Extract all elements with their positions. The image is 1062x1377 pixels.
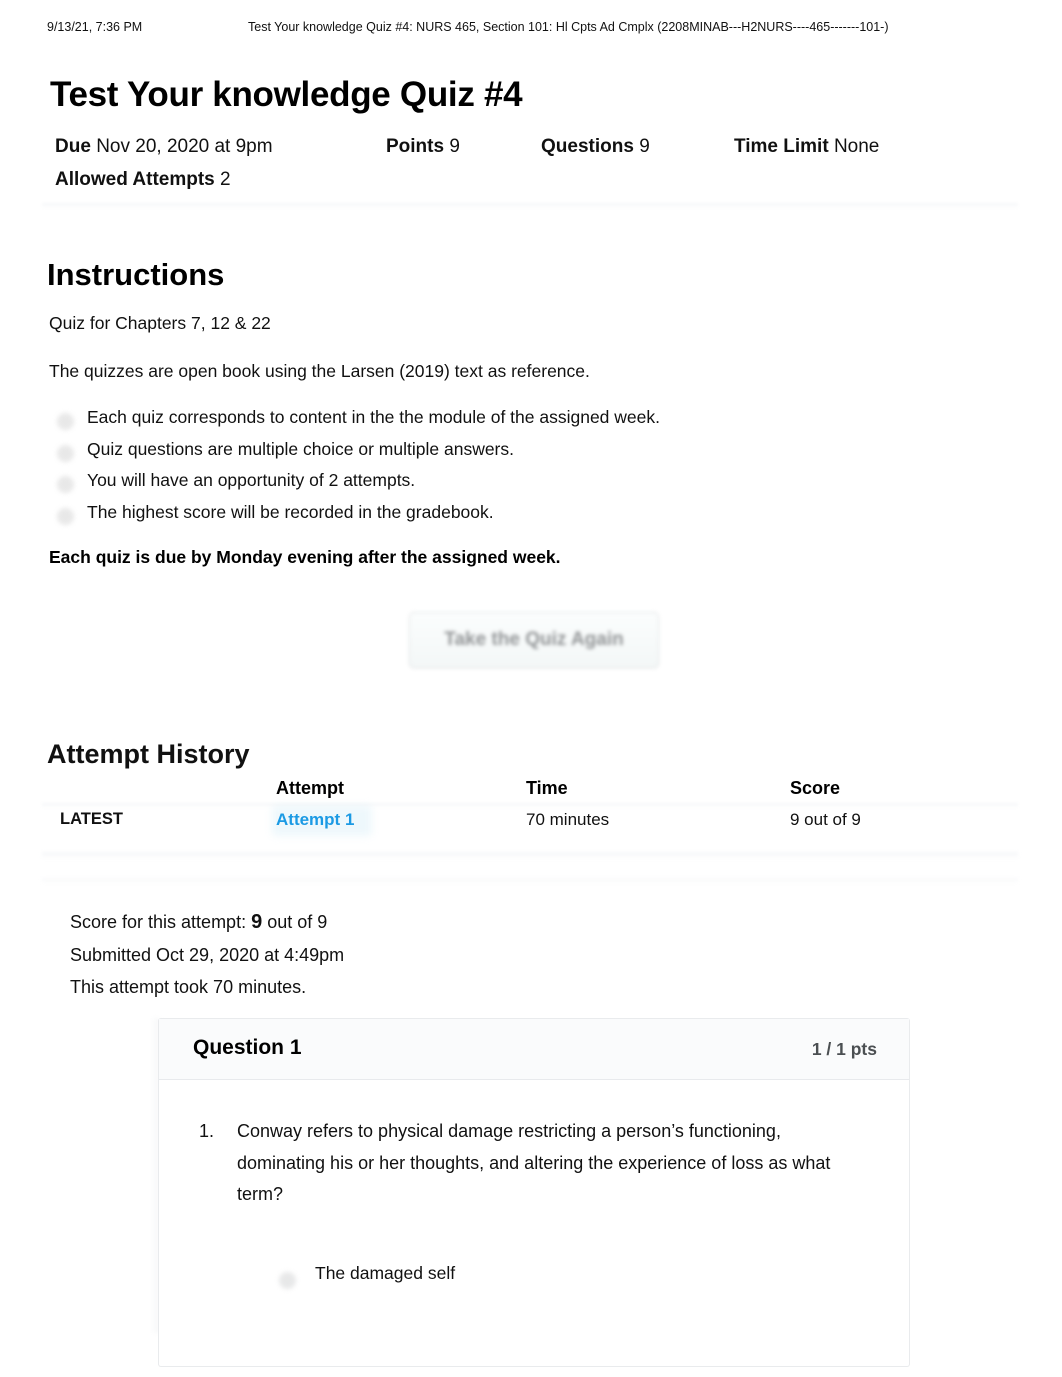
meta-allowed-attempts-label: Allowed Attempts: [55, 169, 215, 190]
bullet-icon: [57, 476, 74, 493]
instructions-heading: Instructions: [47, 256, 225, 292]
question-text: Conway refers to physical damage restric…: [237, 1121, 831, 1204]
meta-due-value: Nov 20, 2020 at 9pm: [96, 136, 273, 157]
instructions-paragraph-1: Quiz for Chapters 7, 12 & 22: [49, 313, 271, 333]
print-header: 9/13/21, 7:36 PM Test Your knowledge Qui…: [0, 20, 1062, 38]
attempt-history-row-divider: [42, 852, 1018, 859]
instructions-list: Each quiz corresponds to content in the …: [49, 407, 949, 533]
meta-questions-label: Questions: [541, 136, 634, 157]
question-points: 1 / 1 pts: [811, 1039, 877, 1059]
meta-allowed-attempts: Allowed Attempts 2: [55, 163, 1015, 196]
meta-due: Due Nov 20, 2020 at 9pm: [55, 130, 386, 163]
print-document-title: Test Your knowledge Quiz #4: NURS 465, S…: [248, 20, 889, 34]
question-card-body: 1. Conway refers to physical damage rest…: [159, 1080, 909, 1366]
attempt-1-link[interactable]: Attempt 1: [276, 810, 354, 830]
answer-list: The damaged self: [199, 1263, 869, 1303]
meta-time-limit: Time Limit None: [734, 130, 879, 163]
score-suffix: out of 9: [267, 912, 328, 932]
meta-questions-value: 9: [639, 136, 650, 157]
bullet-icon: [57, 444, 74, 462]
table-header-row: Attempt Time Score: [42, 775, 1018, 804]
quiz-meta: Due Nov 20, 2020 at 9pm Points 9 Questio…: [55, 130, 1015, 196]
submitted-line: Submitted Oct 29, 2020 at 4:49pm: [70, 944, 345, 965]
column-header-score: Score: [790, 778, 841, 798]
bullet-icon: [57, 413, 74, 430]
page-title: Test Your knowledge Quiz #4: [50, 75, 523, 115]
meta-allowed-attempts-value: 2: [220, 169, 231, 190]
row-latest-badge: LATEST: [60, 810, 123, 828]
radio-button-icon[interactable]: [279, 1271, 296, 1289]
list-item: You will have an opportunity of 2 attemp…: [49, 470, 949, 502]
meta-points: Points 9: [386, 130, 541, 163]
question-label: Question 1: [193, 1036, 302, 1059]
list-item-label: Quiz questions are multiple choice or mu…: [87, 438, 514, 459]
bullet-icon: [57, 507, 74, 525]
retake-quiz-button-wrapper[interactable]: Take the Quiz Again: [409, 612, 659, 668]
score-prefix: Score for this attempt:: [70, 912, 247, 932]
score-value: 9: [251, 911, 263, 933]
question-card-header: Question 1 1 / 1 pts: [159, 1019, 909, 1080]
question-card: Question 1 1 / 1 pts 1. Conway refers to…: [158, 1018, 910, 1367]
list-item-label: You will have an opportunity of 2 attemp…: [87, 470, 416, 490]
answer-option[interactable]: The damaged self: [241, 1263, 869, 1303]
quiz-results-page: 9/13/21, 7:36 PM Test Your knowledge Qui…: [0, 0, 1062, 1377]
row-time-value: 70 minutes: [526, 810, 610, 829]
list-item: Each quiz corresponds to content in the …: [49, 407, 949, 439]
list-item: Quiz questions are multiple choice or mu…: [49, 439, 949, 471]
column-header-attempt: Attempt: [276, 778, 344, 798]
meta-time-limit-value: None: [833, 136, 880, 157]
score-for-attempt-line: Score for this attempt: 9 out of 9: [70, 906, 344, 939]
meta-due-label: Due: [55, 136, 91, 157]
duration-line: This attempt took 70 minutes.: [70, 977, 307, 997]
meta-questions: Questions 9: [541, 130, 734, 163]
row-score-value: 9 out of 9: [790, 810, 861, 829]
print-timestamp: 9/13/21, 7:36 PM: [47, 20, 143, 34]
meta-points-label: Points: [386, 136, 445, 157]
question-number: 1.: [199, 1121, 215, 1141]
meta-divider: [42, 203, 1018, 209]
table-row: LATEST Attempt 1 70 minutes 9 out of 9: [42, 804, 1018, 852]
list-item: The highest score will be recorded in th…: [49, 502, 949, 534]
question-text-wrapper: 1. Conway refers to physical damage rest…: [199, 1116, 869, 1211]
instructions-paragraph-2: The quizzes are open book using the Lars…: [49, 361, 590, 381]
instructions-closing-note: Each quiz is due by Monday evening after…: [49, 547, 561, 567]
attempt-history-bottom-divider: [42, 878, 1018, 884]
attempt-history-heading: Attempt History: [47, 739, 250, 770]
take-quiz-again-button[interactable]: Take the Quiz Again: [409, 612, 659, 668]
meta-points-value: 9: [449, 136, 460, 157]
score-summary: Score for this attempt: 9 out of 9 Submi…: [70, 906, 344, 1004]
list-item-label: The highest score will be recorded in th…: [87, 501, 494, 522]
attempt-history-table: Attempt Time Score LATEST Attempt 1 70 m…: [42, 775, 1018, 852]
column-header-time: Time: [526, 778, 568, 798]
meta-time-limit-label: Time Limit: [734, 136, 829, 157]
list-item-label: Each quiz corresponds to content in the …: [87, 407, 660, 427]
answer-option-label: The damaged self: [315, 1262, 456, 1283]
